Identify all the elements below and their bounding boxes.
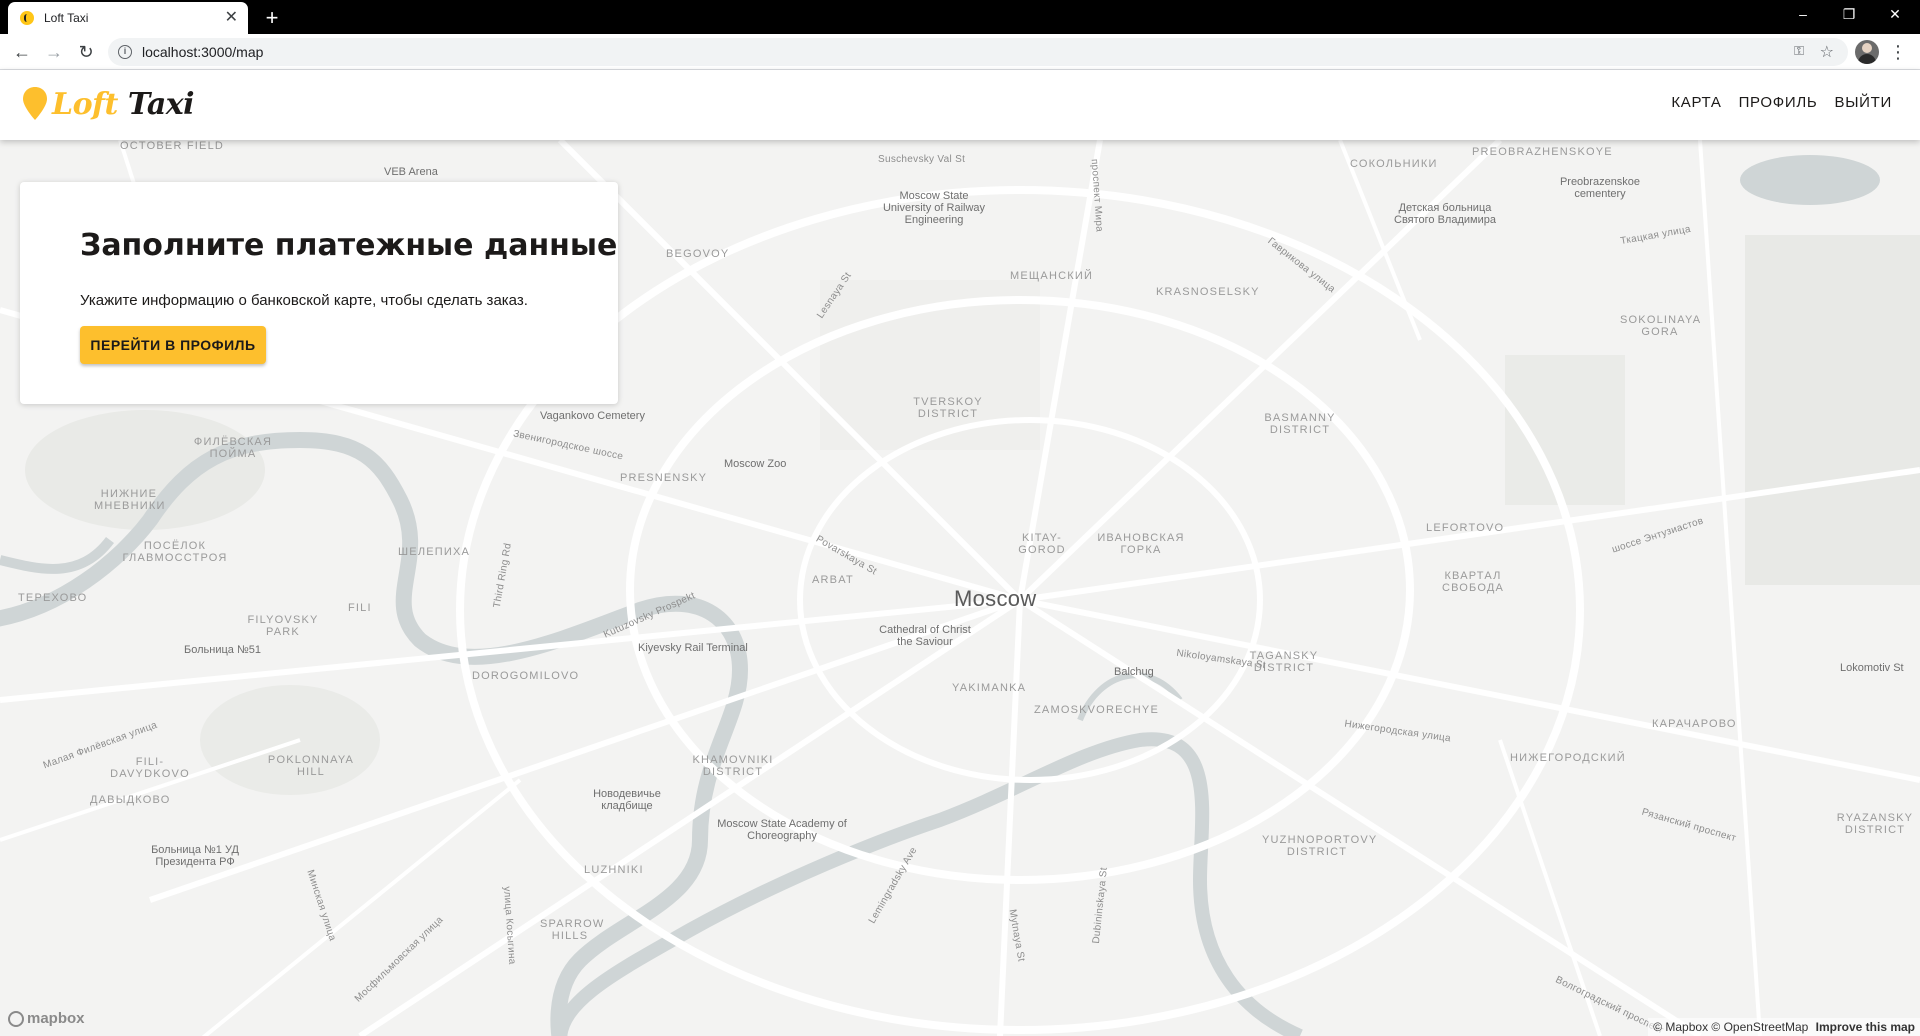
map-label: FILYOVSKY PARK [247,614,319,638]
loft-taxi-favicon-icon [20,11,34,25]
map-label: KHAMOVNIKI DISTRICT [692,754,774,778]
map-label: YAKIMANKA [952,682,1027,694]
minimize-button[interactable]: – [1780,0,1826,30]
map-label: Больница №51 [184,644,261,656]
url-text[interactable]: localhost:3000/map [142,44,263,60]
map-attribution: © Mapbox © OpenStreetMap Improve this ma… [1648,1018,1920,1036]
map-label: ZAMOSKVORECHYE [1034,704,1159,716]
map-label: МЕЩАНСКИЙ [1010,270,1094,282]
restore-button[interactable]: ❐ [1826,0,1872,30]
logo[interactable]: Loft Taxi [22,82,195,126]
map-label: KITAY-GOROD [1018,532,1066,556]
nav-map-link[interactable]: КАРТА [1671,94,1721,111]
map-label: ИВАНОВСКАЯ ГОРКА [1097,532,1185,556]
map-label: TVERSKOY DISTRICT [913,396,983,420]
browser-menu-icon[interactable]: ⋮ [1888,38,1908,66]
logo-taxi-text: Taxi [127,86,195,122]
map-label: PREOBRAZHENSKOYE [1472,146,1613,158]
card-description: Укажите информацию о банковской карте, ч… [80,292,528,309]
map-label: ТЕРЕХОВО [18,592,88,604]
browser-toolbar: ← → ↻ i localhost:3000/map ⚿ ☆ ⋮ [0,34,1920,70]
card-title: Заполните платежные данные [80,228,618,263]
map-label: ШЕЛЕПИХА [398,546,471,558]
tab-title: Loft Taxi [44,11,89,25]
map-label: ARBAT [812,574,854,586]
map-label: Lokomotiv St [1840,662,1904,674]
go-to-profile-button[interactable]: ПЕРЕЙТИ В ПРОФИЛЬ [80,326,266,364]
map-label: KRASNOSELSKY [1156,286,1260,298]
city-label: Moscow [954,586,1037,611]
map-label: СОКОЛЬНИКИ [1350,158,1438,170]
back-arrow-icon[interactable]: ← [8,38,36,66]
map-label: SPARROW HILLS [540,918,605,942]
map-label: Preobrazenskoe cementery [1559,176,1641,200]
map-label: SOKOLINAYA GORA [1620,314,1702,338]
close-window-button[interactable]: ✕ [1872,0,1918,30]
map-label: Kiyevsky Rail Terminal [638,642,748,654]
mapbox-icon [8,1010,24,1027]
payment-prompt-card: Заполните платежные данные Укажите инфор… [20,182,618,404]
map-pin-icon [23,87,47,120]
map-label: FILI-DAVYDKOVO [110,756,190,780]
map-label: Vagankovo Cemetery [540,410,645,422]
map-label: PRESNENSKY [620,472,708,484]
map-label: Детская больница Святого Владимира [1394,202,1496,226]
new-tab-button[interactable]: + [258,4,286,32]
map-label: BASMANNY DISTRICT [1264,412,1336,436]
browser-tab-strip: Loft Taxi ✕ + – ❐ ✕ [0,0,1920,34]
nav-profile-link[interactable]: ПРОФИЛЬ [1739,94,1818,111]
browser-tab[interactable]: Loft Taxi ✕ [8,2,248,34]
map-label: Moscow State Academy of Choreography [717,818,847,842]
map-label: Moscow State University of Railway Engin… [882,190,986,226]
main-nav: КАРТА ПРОФИЛЬ ВЫЙТИ [1671,94,1892,111]
map-label: Новодевичье кладбище [593,788,661,812]
map-label: ДАВЫДКОВО [90,794,171,806]
map-label: Suschevsky Val St [878,154,966,165]
attribution-text[interactable]: © Mapbox © OpenStreetMap [1653,1020,1808,1034]
app-header: Loft Taxi КАРТА ПРОФИЛЬ ВЫЙТИ [0,70,1920,140]
profile-avatar[interactable] [1855,40,1879,64]
map-label: Moscow Zoo [724,458,787,470]
map-label: OCTOBER FIELD [120,140,225,152]
mapbox-logo[interactable]: mapbox [8,1010,85,1027]
tab-close-icon[interactable]: ✕ [225,10,238,26]
map-label: VEB Arena [384,166,438,178]
improve-map-link[interactable]: Improve this map [1816,1020,1915,1034]
map-label: YUZHNOPORTOVY DISTRICT [1262,834,1378,858]
map-label: POKLONNAYA HILL [267,754,355,778]
map-label: LUZHNIKI [584,864,644,876]
map-label: Больница №1 УД Президента РФ [151,844,239,868]
address-bar[interactable]: i localhost:3000/map ⚿ ☆ [108,38,1848,66]
map-label: FILI [348,602,372,614]
mapbox-brand-text: mapbox [27,1010,85,1027]
key-icon[interactable]: ⚿ [1794,43,1804,59]
map-label: КВАРТАЛ СВОБОДА [1441,570,1505,594]
logo-loft-text: Loft [52,86,118,122]
map-label: RYAZANSKY DISTRICT [1836,812,1914,836]
reload-icon[interactable]: ↻ [72,38,100,66]
map-label: DOROGOMILOVO [472,670,580,682]
map-label: ПОСЁЛОК ГЛАВМОССТРОЯ [122,540,228,564]
map-label: Cathedral of Christ the Saviour [879,624,971,648]
site-info-icon[interactable]: i [118,45,132,59]
map-label: LEFORTOVO [1426,522,1505,534]
map-label: Balchug [1114,666,1154,678]
map-label: BEGOVOY [666,248,730,260]
forward-arrow-icon[interactable]: → [40,38,68,66]
nav-logout-link[interactable]: ВЫЙТИ [1834,94,1892,111]
map-label: НИЖНИЕ МНЕВНИКИ [94,488,166,512]
map-label: ФИЛЁВСКАЯ ПОЙМА [193,436,273,460]
map-label: КАРАЧАРОВО [1652,718,1737,730]
map-label: НИЖЕГОРОДСКИЙ [1510,752,1626,764]
bookmark-star-icon[interactable]: ☆ [1820,42,1834,62]
